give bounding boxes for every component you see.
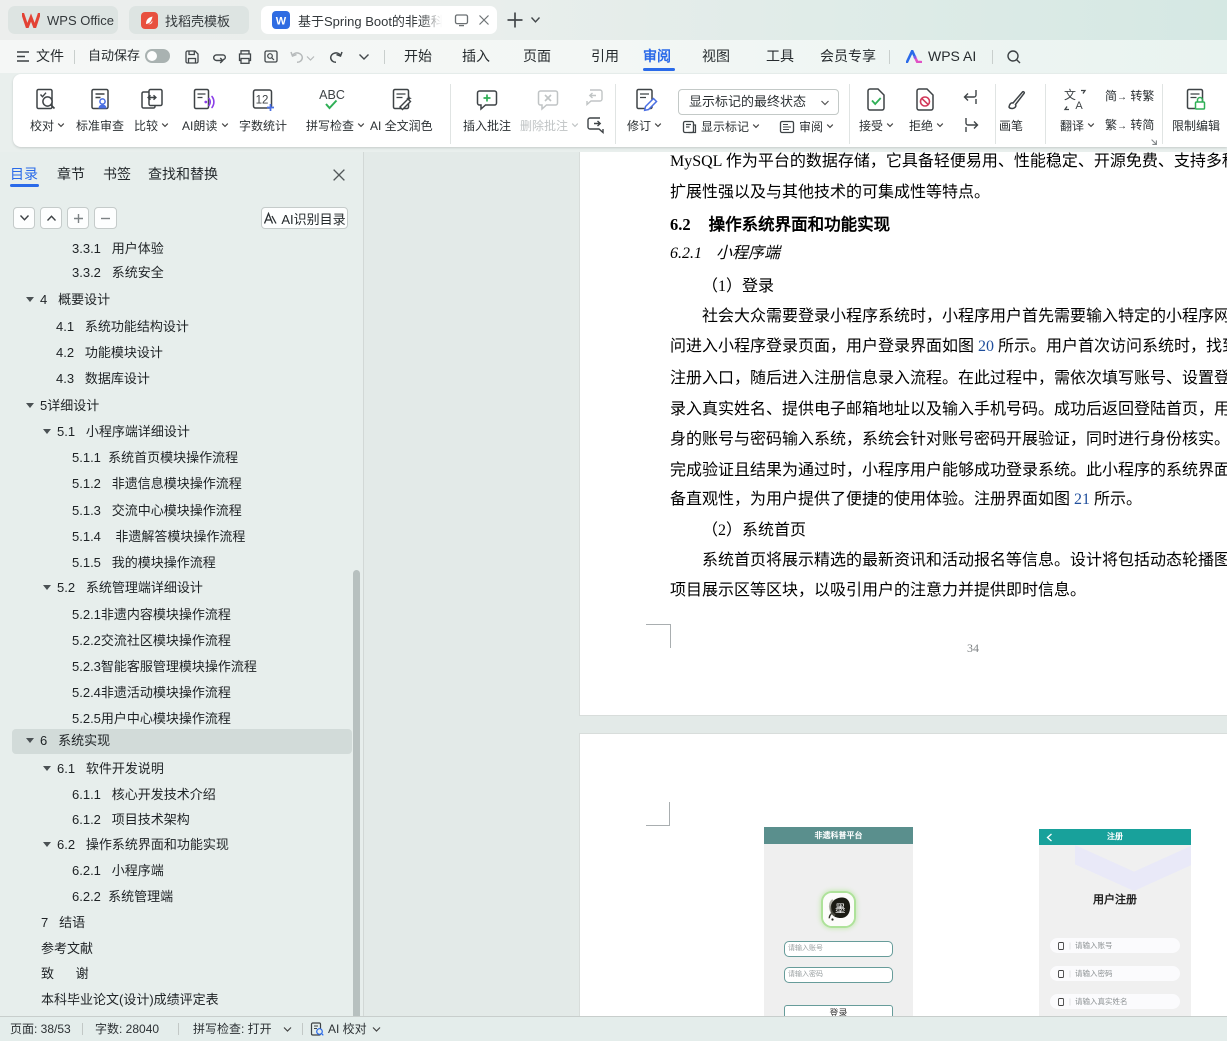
- svg-text:W: W: [276, 16, 287, 28]
- svg-text:12: 12: [256, 95, 269, 107]
- svg-text:文: 文: [1064, 87, 1076, 102]
- svg-text:ABC: ABC: [319, 88, 345, 102]
- svg-text:A: A: [1075, 100, 1083, 112]
